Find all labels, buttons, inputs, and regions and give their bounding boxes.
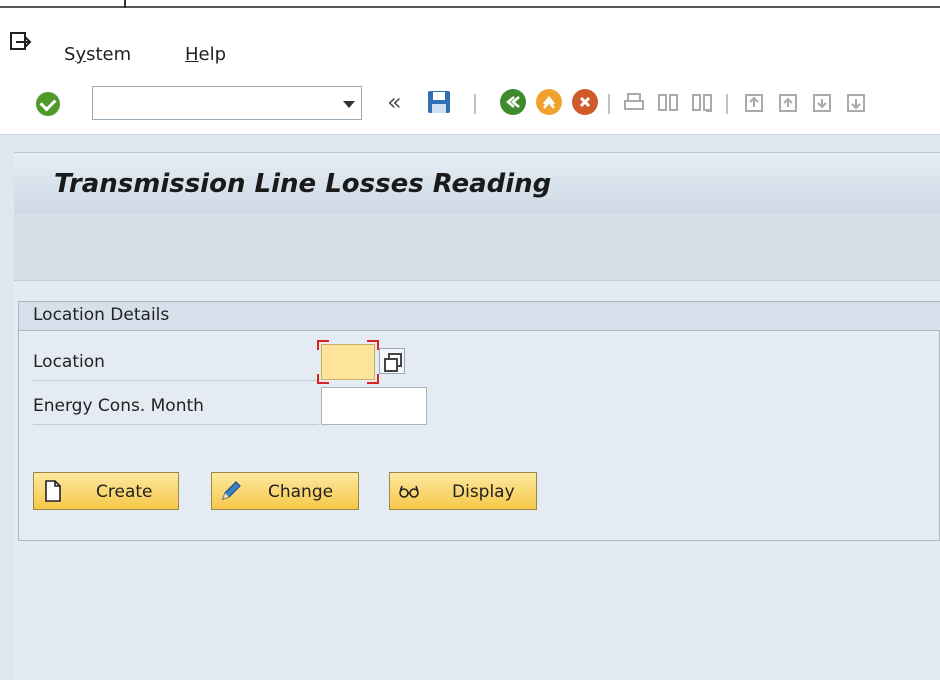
display-button-label: Display (452, 482, 515, 502)
cancel-icon[interactable] (572, 89, 598, 115)
label-underline (33, 380, 319, 381)
border-tick (124, 0, 126, 8)
back-icon[interactable] (500, 89, 526, 115)
menu-icon[interactable] (8, 30, 34, 56)
group-header: Location Details (19, 302, 940, 331)
glasses-icon (399, 485, 419, 498)
toolbar-separator (474, 94, 476, 114)
energy-cons-month-input[interactable] (321, 387, 427, 425)
last-page-icon (847, 94, 865, 112)
create-button[interactable]: Create (33, 472, 179, 510)
location-input[interactable] (321, 344, 375, 380)
enter-icon[interactable] (36, 92, 60, 116)
find-next-icon (692, 94, 712, 112)
pencil-icon (222, 481, 241, 500)
exit-icon[interactable] (536, 89, 562, 115)
screen-title-bar: Transmission Line Losses Reading (14, 152, 940, 215)
create-button-label: Create (96, 482, 153, 502)
toolbar-separator (608, 94, 610, 114)
command-dropdown-icon[interactable] (343, 101, 355, 108)
group-title: Location Details (33, 305, 170, 325)
menu-item-system-label: System (64, 44, 132, 65)
location-details-group: Location Details Location Energy Cons. M… (18, 301, 940, 541)
menu-bar: System Help (0, 8, 940, 72)
menu-item-system[interactable]: System (64, 44, 131, 65)
application-toolbar (14, 214, 940, 281)
find-icon (658, 94, 678, 111)
print-icon (624, 93, 644, 110)
standard-toolbar: « (0, 72, 940, 135)
location-label: Location (33, 352, 105, 372)
value-help-icon[interactable] (379, 348, 405, 374)
energy-cons-month-label: Energy Cons. Month (33, 396, 204, 416)
change-button[interactable]: Change (211, 472, 359, 510)
collapse-icon[interactable]: « (387, 88, 402, 116)
label-underline (33, 424, 319, 425)
window-top-border (0, 0, 940, 8)
menu-item-help[interactable]: Help (185, 44, 226, 65)
command-field[interactable] (92, 86, 362, 120)
toolbar-separator (726, 94, 728, 114)
change-button-label: Change (268, 482, 334, 502)
previous-page-icon (779, 94, 797, 112)
page-title: Transmission Line Losses Reading (54, 169, 552, 199)
save-icon[interactable] (426, 89, 452, 115)
next-page-icon (813, 94, 831, 112)
first-page-icon (745, 94, 763, 112)
create-document-icon (45, 480, 61, 502)
display-button[interactable]: Display (389, 472, 537, 510)
menu-item-help-label: Help (185, 44, 227, 65)
